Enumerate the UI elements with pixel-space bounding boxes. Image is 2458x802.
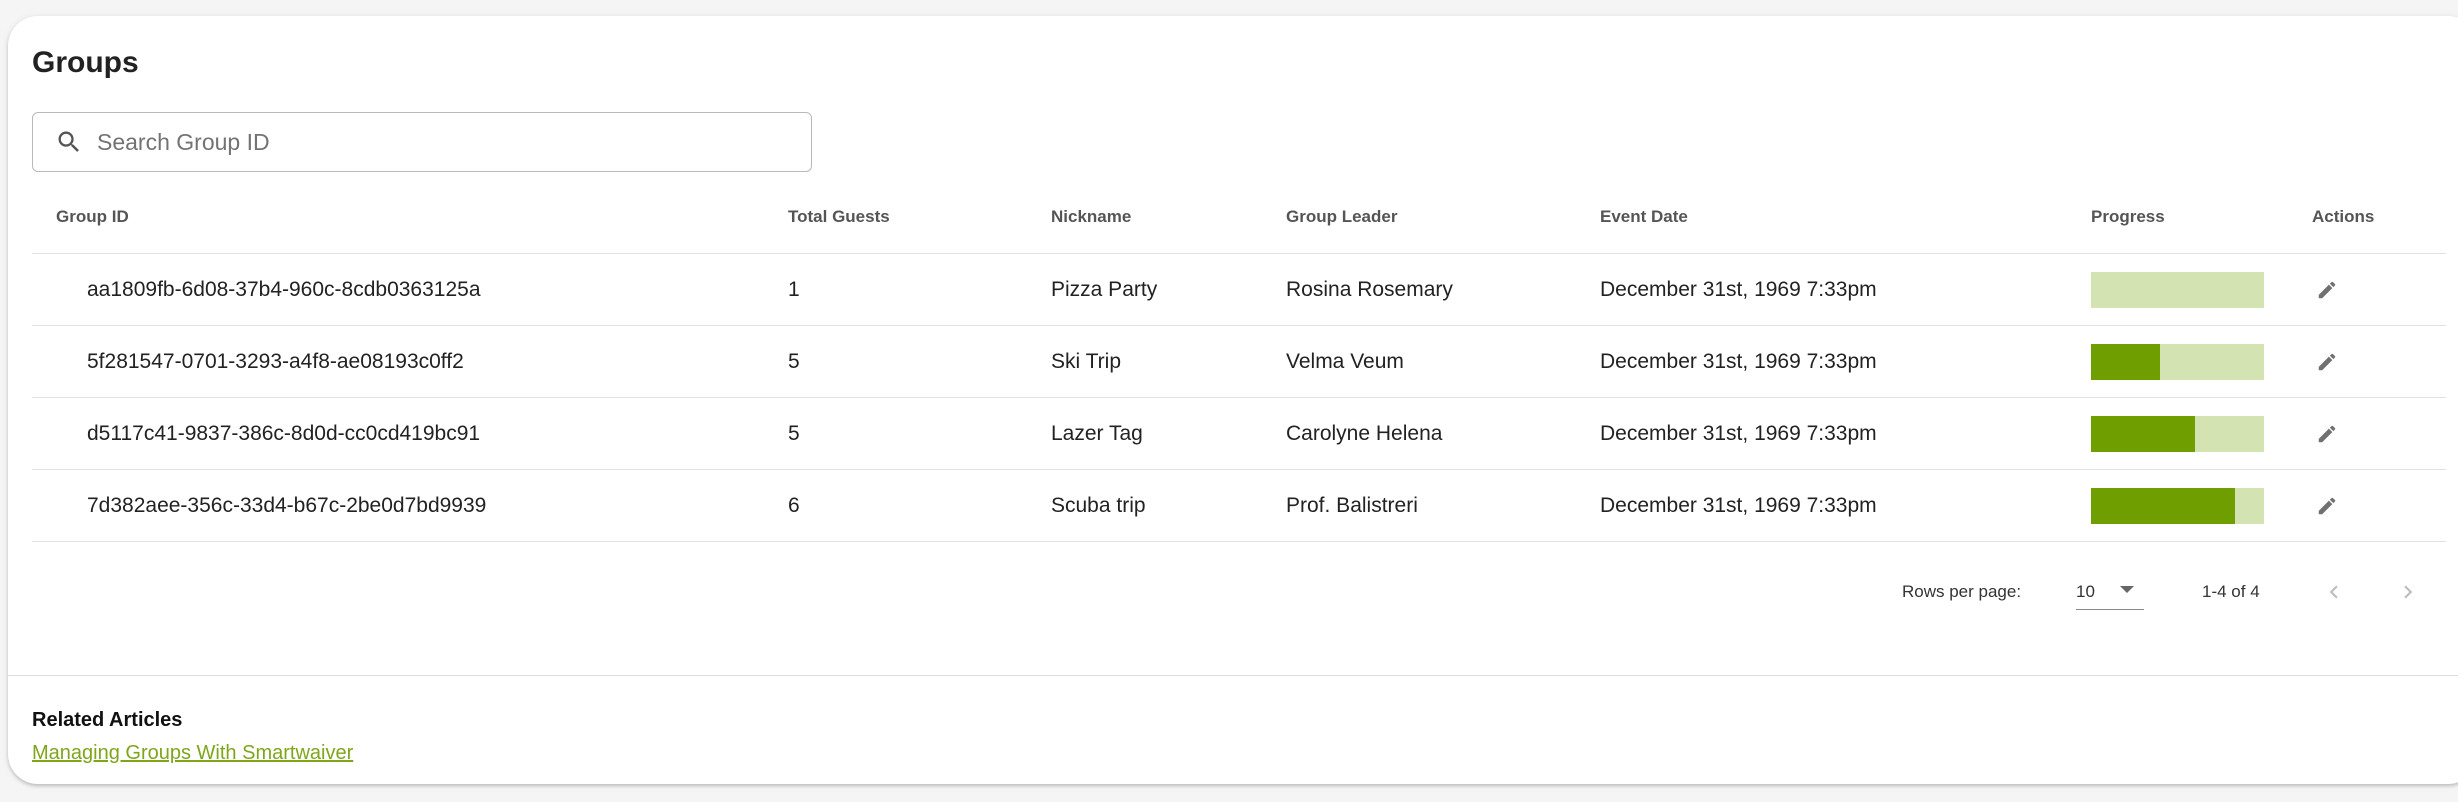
cell-nickname: Scuba trip [1051, 493, 1146, 517]
cell-group-id: 5f281547-0701-3293-a4f8-ae08193c0ff2 [87, 349, 464, 373]
cell-actions [2312, 254, 2342, 325]
pencil-icon[interactable] [2312, 275, 2342, 305]
cell-progress [2091, 470, 2264, 541]
header-progress[interactable]: Progress [2091, 186, 2165, 253]
cell-nickname: Ski Trip [1051, 349, 1122, 373]
table-row[interactable]: 5f281547-0701-3293-a4f8-ae08193c0ff2 5 S… [32, 326, 2446, 398]
previous-page-button[interactable] [2316, 574, 2352, 610]
cell-progress [2091, 326, 2264, 397]
cell-nickname: Pizza Party [1051, 277, 1158, 301]
cell-total-guests: 5 [788, 421, 800, 445]
groups-card: Groups Group ID Total Guests Nickname Gr… [8, 16, 2458, 784]
cell-total-guests: 1 [788, 277, 800, 301]
header-actions: Actions [2312, 206, 2375, 226]
page-title: Groups [32, 46, 139, 79]
next-page-button[interactable] [2390, 574, 2426, 610]
cell-event-date: December 31st, 1969 7:33pm [1600, 277, 1877, 301]
cell-progress [2091, 398, 2264, 469]
header-group-leader[interactable]: Group Leader [1286, 186, 1397, 253]
search-icon [55, 128, 83, 156]
cell-actions [2312, 398, 2342, 469]
cell-event-date: December 31st, 1969 7:33pm [1600, 421, 1877, 445]
table-row[interactable]: 7d382aee-356c-33d4-b67c-2be0d7bd9939 6 S… [32, 470, 2446, 542]
pencil-icon[interactable] [2312, 347, 2342, 377]
rows-per-page-select[interactable]: 10 [2076, 572, 2144, 610]
rows-per-page-label: Rows per page: [1902, 582, 2022, 601]
pencil-icon[interactable] [2312, 491, 2342, 521]
cell-total-guests: 5 [788, 349, 800, 373]
groups-table: Group ID Total Guests Nickname Group Lea… [32, 186, 2446, 542]
header-nickname[interactable]: Nickname [1051, 186, 1131, 253]
related-articles-title: Related Articles [32, 709, 183, 731]
progress-fill [2091, 343, 2161, 380]
cell-group-id: d5117c41-9837-386c-8d0d-cc0cd419bc91 [87, 421, 481, 445]
search-input[interactable] [97, 128, 777, 156]
cell-group-leader: Carolyne Helena [1286, 421, 1443, 445]
cell-group-leader: Prof. Balistreri [1286, 493, 1418, 517]
pencil-icon[interactable] [2312, 419, 2342, 449]
search-box[interactable] [32, 112, 812, 172]
pagination-range: 1-4 of 4 [2202, 582, 2260, 601]
cell-event-date: December 31st, 1969 7:33pm [1600, 349, 1877, 373]
header-event-date[interactable]: Event Date [1600, 186, 1688, 253]
rows-per-page-value: 10 [2076, 582, 2095, 601]
progress-bar [2091, 487, 2264, 524]
cell-group-id: 7d382aee-356c-33d4-b67c-2be0d7bd9939 [87, 493, 487, 517]
chevron-down-icon [2120, 586, 2134, 593]
table-header: Group ID Total Guests Nickname Group Lea… [32, 186, 2446, 254]
chevron-right-icon [2404, 585, 2413, 599]
progress-fill [2091, 487, 2236, 524]
cell-actions [2312, 470, 2342, 541]
cell-progress [2091, 254, 2264, 325]
chevron-left-icon [2329, 585, 2338, 599]
section-divider [8, 675, 2458, 676]
cell-nickname: Lazer Tag [1051, 421, 1143, 445]
cell-total-guests: 6 [788, 493, 800, 517]
cell-group-id: aa1809fb-6d08-37b4-960c-8cdb0363125a [87, 277, 481, 301]
cell-event-date: December 31st, 1969 7:33pm [1600, 493, 1877, 517]
cell-actions [2312, 326, 2342, 397]
table-pagination: Rows per page: 10 1-4 of 4 [32, 564, 2446, 624]
progress-fill [2091, 415, 2195, 452]
progress-bar [2091, 343, 2264, 380]
header-total-guests[interactable]: Total Guests [788, 186, 890, 253]
header-group-id[interactable]: Group ID [56, 186, 129, 253]
cell-group-leader: Rosina Rosemary [1286, 277, 1453, 301]
cell-group-leader: Velma Veum [1286, 349, 1404, 373]
related-article-link[interactable]: Managing Groups With Smartwaiver [32, 742, 353, 765]
table-row[interactable]: aa1809fb-6d08-37b4-960c-8cdb0363125a 1 P… [32, 254, 2446, 326]
progress-bar [2091, 271, 2264, 308]
table-row[interactable]: d5117c41-9837-386c-8d0d-cc0cd419bc91 5 L… [32, 398, 2446, 470]
progress-bar [2091, 415, 2264, 452]
